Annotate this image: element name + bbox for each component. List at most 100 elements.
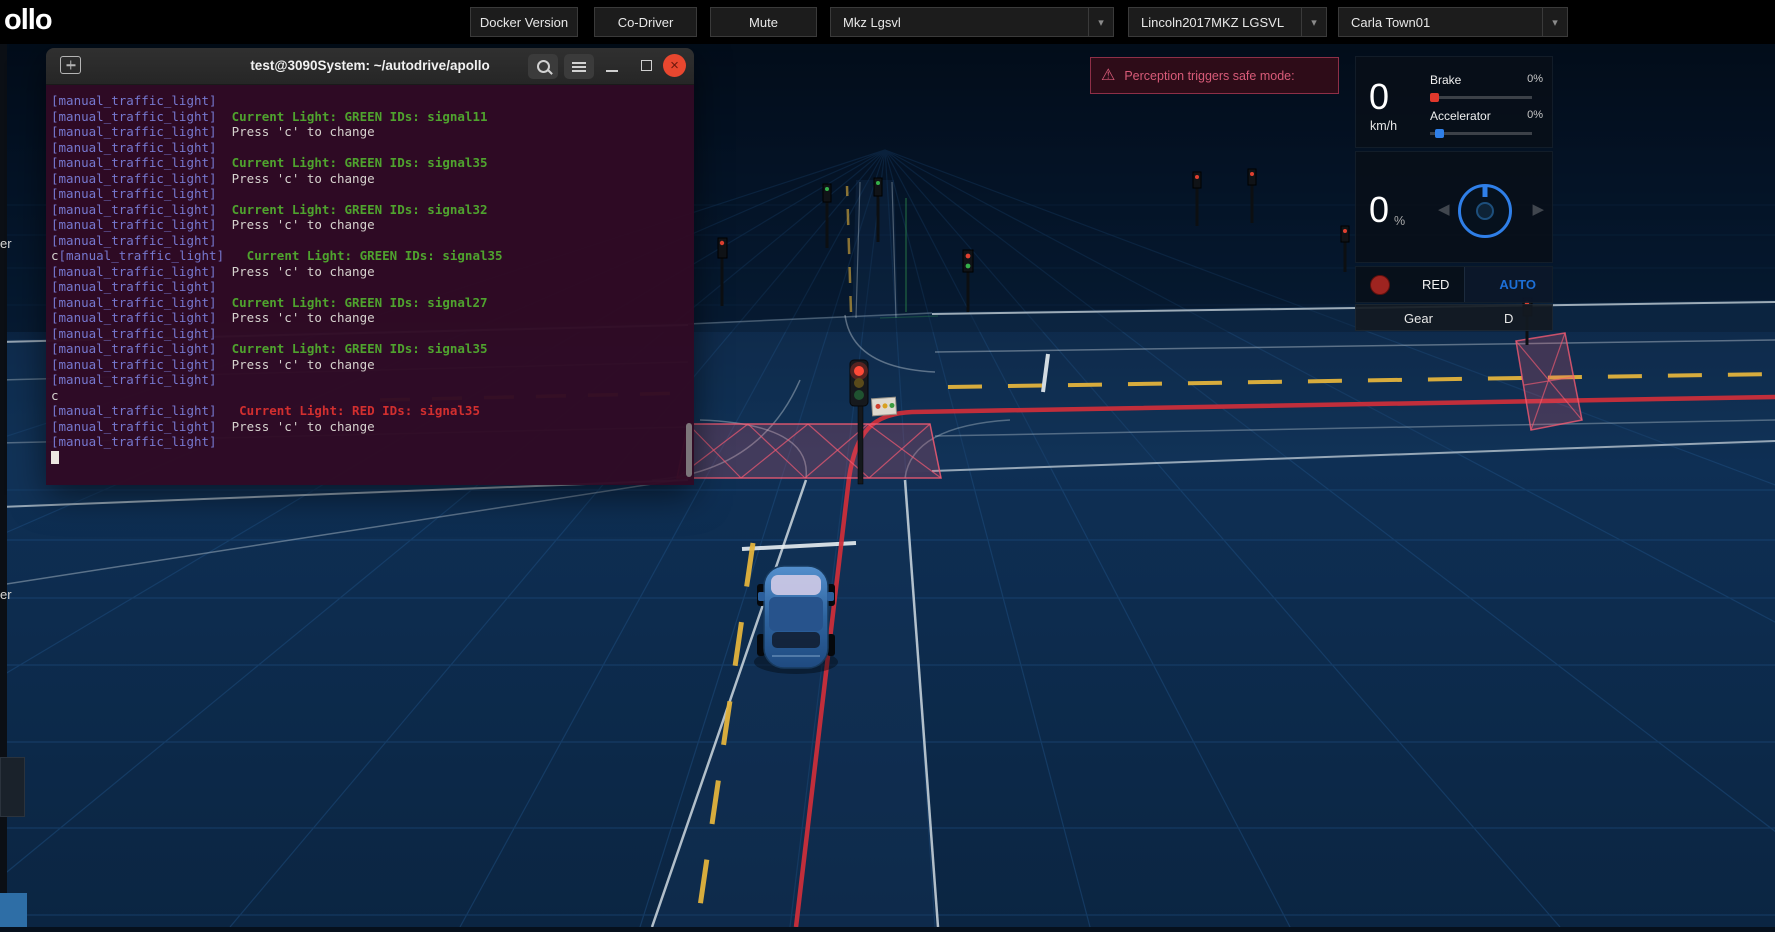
terminal-title: test@3090System: ~/autodrive/apollo: [250, 58, 490, 73]
log-node-prefix: [manual_traffic_light]: [51, 108, 217, 124]
terminal-search-button[interactable]: [528, 54, 558, 79]
steer-left-arrow-icon: ◀: [1438, 201, 1450, 218]
hamburger-menu-icon: [572, 65, 586, 68]
drive-mode-label: AUTO: [1499, 277, 1536, 292]
docker-version-button[interactable]: Docker Version: [470, 7, 578, 37]
apollo-logo-partial: ollo: [4, 4, 53, 36]
mute-button[interactable]: Mute: [710, 7, 817, 37]
terminal-line: [manual_traffic_light]: [51, 233, 688, 249]
mute-label: Mute: [749, 14, 778, 30]
log-node-prefix: [manual_traffic_light]: [51, 434, 217, 449]
brake-slider: [1430, 93, 1532, 102]
log-message: Press 'c' to change: [216, 263, 375, 279]
terminal-line: [manual_traffic_light] Current Light: GR…: [51, 202, 688, 218]
left-panel-label-fragment: er: [0, 587, 12, 602]
setup-mode-value: Mkz Lgsvl: [843, 14, 901, 30]
traffic-signal-label: RED: [1422, 277, 1450, 292]
terminal-line: [manual_traffic_light] Current Light: GR…: [51, 155, 688, 171]
vehicle-dashboard: 0 km/h Brake 0% Accelerator 0% 0 % ◀ ▶ R…: [1355, 56, 1553, 334]
left-panel-widget-fragment[interactable]: [0, 757, 25, 817]
top-menu-bar: ollo Docker Version Co-Driver Mute Mkz L…: [0, 0, 1775, 44]
terminal-titlebar[interactable]: test@3090System: ~/autodrive/apollo ×: [46, 48, 694, 85]
close-button[interactable]: ×: [663, 54, 686, 77]
log-node-prefix: [manual_traffic_light]: [51, 263, 217, 279]
close-icon: ×: [670, 57, 679, 74]
terminal-line: [manual_traffic_light] Current Light: RE…: [51, 403, 688, 419]
brake-label: Brake: [1430, 73, 1462, 87]
terminal-line: [manual_traffic_light] Press 'c' to chan…: [51, 310, 688, 326]
log-message: Press 'c' to change: [216, 170, 375, 186]
terminal-line: [51, 450, 688, 466]
terminal-scrollbar[interactable]: [686, 423, 692, 477]
log-message: Press 'c' to change: [216, 217, 375, 232]
accelerator-percentage: 0%: [1527, 109, 1543, 121]
warning-text: Perception triggers safe mode:: [1124, 68, 1295, 83]
map-dropdown[interactable]: Carla Town01 ▾: [1338, 7, 1568, 37]
terminal-line: [manual_traffic_light]: [51, 434, 688, 450]
terminal-line: [manual_traffic_light] Press 'c' to chan…: [51, 264, 688, 280]
terminal-cursor: [51, 450, 59, 464]
speed-pedals-section: 0 km/h Brake 0% Accelerator 0%: [1355, 56, 1553, 148]
steering-value: 0: [1369, 189, 1390, 230]
terminal-line: [manual_traffic_light] Current Light: GR…: [51, 295, 688, 311]
log-message: Press 'c' to change: [216, 418, 375, 434]
log-node-prefix: [manual_traffic_light]: [51, 403, 217, 418]
new-tab-icon[interactable]: [60, 56, 81, 74]
perception-warning-banner: ⚠ Perception triggers safe mode:: [1090, 57, 1339, 94]
gear-value: D: [1504, 311, 1514, 326]
warning-triangle-icon: ⚠: [1101, 66, 1116, 84]
terminal-line: [manual_traffic_light] Current Light: GR…: [51, 341, 688, 357]
brake-percentage: 0%: [1527, 73, 1543, 85]
terminal-window[interactable]: test@3090System: ~/autodrive/apollo × [m…: [46, 48, 694, 485]
log-message: Current Light: GREEN IDs: signal35: [224, 248, 503, 263]
log-node-prefix: [manual_traffic_light]: [51, 155, 217, 170]
terminal-menu-button[interactable]: [564, 54, 594, 79]
traffic-signal-red-icon: [1370, 275, 1390, 295]
crosswalk-zone-main: [676, 423, 942, 479]
terminal-line: [manual_traffic_light] Press 'c' to chan…: [51, 124, 688, 140]
chevron-down-icon: ▾: [1088, 8, 1113, 36]
terminal-line: [manual_traffic_light]: [51, 326, 688, 342]
log-node-prefix: [manual_traffic_light]: [51, 217, 217, 232]
left-panel-button-fragment[interactable]: [0, 893, 27, 927]
log-node-prefix: [manual_traffic_light]: [51, 372, 217, 387]
co-driver-label: Co-Driver: [617, 14, 674, 30]
steer-right-arrow-icon: ▶: [1532, 201, 1544, 218]
vehicle-value: Lincoln2017MKZ LGSVL: [1141, 14, 1285, 30]
setup-mode-dropdown[interactable]: Mkz Lgsvl ▾: [830, 7, 1114, 37]
log-node-prefix: [manual_traffic_light]: [51, 279, 217, 294]
terminal-line: [manual_traffic_light] Press 'c' to chan…: [51, 171, 688, 187]
brake-slider-marker: [1430, 93, 1439, 102]
signal-mode-section: RED AUTO: [1355, 266, 1553, 303]
log-message: Press 'c' to change: [216, 356, 375, 372]
accelerator-label: Accelerator: [1430, 109, 1491, 123]
log-node-prefix: [manual_traffic_light]: [51, 93, 217, 108]
vehicle-dropdown[interactable]: Lincoln2017MKZ LGSVL ▾: [1128, 7, 1327, 37]
log-node-prefix: [manual_traffic_light]: [51, 186, 217, 201]
log-node-prefix: [manual_traffic_light]: [51, 232, 217, 248]
terminal-line: [manual_traffic_light] Press 'c' to chan…: [51, 217, 688, 233]
terminal-output[interactable]: [manual_traffic_light] [manual_traffic_l…: [46, 85, 694, 485]
terminal-input-char: c: [51, 248, 59, 263]
log-node-prefix: [manual_traffic_light]: [51, 310, 217, 325]
speed-value: 0: [1369, 76, 1390, 117]
ego-vehicle: [754, 565, 838, 674]
docker-version-label: Docker Version: [479, 14, 569, 30]
log-node-prefix: [manual_traffic_light]: [51, 294, 217, 310]
terminal-line: [manual_traffic_light] Current Light: GR…: [51, 109, 688, 125]
log-node-prefix: [manual_traffic_light]: [51, 139, 217, 155]
terminal-line: [manual_traffic_light]: [51, 186, 688, 202]
co-driver-button[interactable]: Co-Driver: [594, 7, 697, 37]
log-node-prefix: [manual_traffic_light]: [51, 356, 217, 372]
terminal-line: c[manual_traffic_light] Current Light: G…: [51, 248, 688, 264]
signal-sign-board: [870, 396, 898, 417]
chevron-down-icon: ▾: [1301, 8, 1326, 36]
minimize-button[interactable]: [606, 70, 618, 72]
map-value: Carla Town01: [1351, 14, 1431, 30]
maximize-button[interactable]: [641, 60, 652, 71]
terminal-line: [manual_traffic_light]: [51, 93, 688, 109]
gear-section: Gear D: [1355, 304, 1553, 331]
terminal-line: [manual_traffic_light] Press 'c' to chan…: [51, 419, 688, 435]
search-icon: [536, 60, 550, 73]
gear-label: Gear: [1404, 311, 1433, 326]
